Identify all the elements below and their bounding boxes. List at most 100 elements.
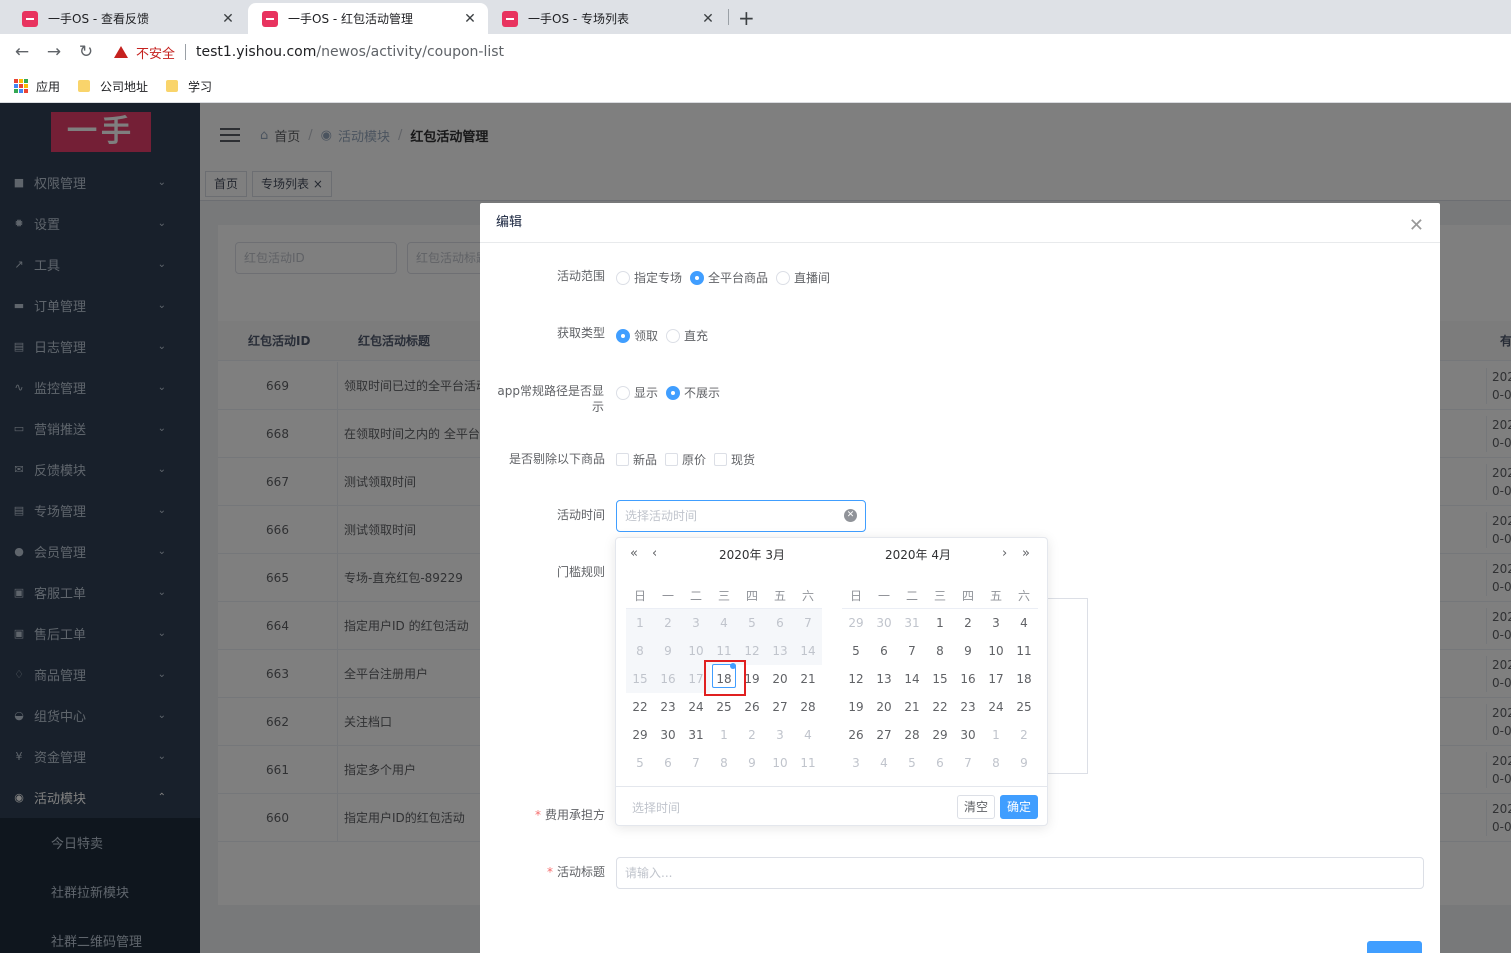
exclude-option-stock[interactable]: 现货 <box>714 451 755 468</box>
calendar-day[interactable]: 31 <box>682 721 710 749</box>
calendar-day[interactable]: 28 <box>794 693 822 721</box>
calendar-day: 6 <box>936 756 944 770</box>
cost-label: * 费用承担方 <box>480 807 605 823</box>
calendar-day[interactable]: 29 <box>626 721 654 749</box>
clear-icon[interactable]: ✕ <box>844 509 857 522</box>
bookmark-label: 公司地址 <box>100 79 149 94</box>
threshold-textarea[interactable] <box>1048 598 1088 774</box>
reload-icon[interactable]: ↻ <box>70 42 102 62</box>
app-option-hide[interactable]: 不展示 <box>666 384 720 401</box>
weekday-label: 日 <box>626 582 654 609</box>
scope-option-special[interactable]: 指定专场 <box>616 269 682 286</box>
next-year-icon[interactable]: » <box>1022 546 1030 561</box>
calendar-day[interactable]: 27 <box>766 693 794 721</box>
left-month-title: 2020年 3月 <box>719 548 785 562</box>
bookmarks-bar: 应用 公司地址 学习 <box>0 70 1511 103</box>
calendar-day[interactable]: 24 <box>682 693 710 721</box>
activity-title-label-text: 活动标题 <box>556 865 605 879</box>
calendar-day[interactable]: 25 <box>710 693 738 721</box>
calendar-day[interactable]: 14 <box>898 665 926 693</box>
confirm-button[interactable]: 确定 <box>1000 795 1039 819</box>
new-tab-icon[interactable]: + <box>738 6 755 30</box>
calendar-day[interactable]: 2 <box>954 609 982 637</box>
prev-year-icon[interactable]: « <box>630 546 638 561</box>
weekday-label: 二 <box>682 582 710 609</box>
bookmark-study[interactable]: 学习 <box>166 78 212 95</box>
calendar-day[interactable]: 20 <box>870 693 898 721</box>
browser-tab-coupon[interactable]: 一手OS - 红包活动管理 ✕ <box>248 3 488 34</box>
calendar-day[interactable]: 26 <box>842 721 870 749</box>
calendar-day[interactable]: 22 <box>626 693 654 721</box>
calendar-day[interactable]: 24 <box>982 693 1010 721</box>
calendar-day[interactable]: 1 <box>926 609 954 637</box>
calendar-day[interactable]: 30 <box>954 721 982 749</box>
close-tab-icon[interactable]: ✕ <box>700 11 716 27</box>
type-option-claim[interactable]: 领取 <box>616 327 658 344</box>
calendar-day[interactable]: 28 <box>898 721 926 749</box>
option-label: 直播间 <box>794 271 831 285</box>
calendar-day[interactable]: 30 <box>654 721 682 749</box>
back-icon[interactable]: ← <box>6 42 38 62</box>
calendar-day[interactable]: 29 <box>926 721 954 749</box>
calendar-day[interactable]: 12 <box>842 665 870 693</box>
scope-option-live[interactable]: 直播间 <box>776 269 830 286</box>
activity-title-input[interactable]: 请输入... <box>616 857 1424 889</box>
weekday-label: 三 <box>926 582 954 609</box>
calendar-day[interactable]: 15 <box>926 665 954 693</box>
security-warning[interactable]: 不安全 <box>114 43 175 62</box>
calendar-day[interactable]: 11 <box>1010 637 1038 665</box>
calendar-day: 1 <box>626 609 654 637</box>
close-tab-icon[interactable]: ✕ <box>220 11 236 27</box>
calendar-day[interactable]: 18 <box>1010 665 1038 693</box>
app-option-show[interactable]: 显示 <box>616 384 658 401</box>
calendar-day: 11 <box>800 756 816 770</box>
close-icon[interactable]: ✕ <box>1409 217 1424 235</box>
calendar-day[interactable]: 3 <box>982 609 1010 637</box>
calendar-day[interactable]: 10 <box>982 637 1010 665</box>
calendar-day[interactable]: 23 <box>654 693 682 721</box>
bookmark-apps[interactable]: 应用 <box>14 78 60 95</box>
url-text[interactable]: test1.yishou.com/newos/activity/coupon-l… <box>196 44 504 60</box>
folder-icon <box>78 80 91 92</box>
scope-option-all[interactable]: 全平台商品 <box>690 269 768 286</box>
calendar-day[interactable]: 20 <box>766 665 794 693</box>
cost-label-text: 费用承担方 <box>544 808 605 822</box>
browser-tab-feedback[interactable]: 一手OS - 查看反馈 ✕ <box>8 3 246 34</box>
browser-tab-special[interactable]: 一手OS - 专场列表 ✕ <box>488 3 726 34</box>
calendar-day[interactable]: 8 <box>926 637 954 665</box>
activity-time-input[interactable]: 选择活动时间 ✕ <box>616 500 866 532</box>
calendar-day[interactable]: 9 <box>954 637 982 665</box>
calendar-day[interactable]: 17 <box>982 665 1010 693</box>
select-time-link[interactable]: 选择时间 <box>632 799 680 816</box>
url-separator <box>185 44 187 60</box>
calendar-day[interactable]: 26 <box>738 693 766 721</box>
forward-icon[interactable]: → <box>38 42 70 62</box>
type-option-direct[interactable]: 直充 <box>666 327 708 344</box>
calendar-day[interactable]: 27 <box>870 721 898 749</box>
calendar-day[interactable]: 23 <box>954 693 982 721</box>
close-tab-icon[interactable]: ✕ <box>462 11 478 27</box>
calendar-day[interactable]: 21 <box>794 665 822 693</box>
calendar-day[interactable]: 5 <box>842 637 870 665</box>
next-month-icon[interactable]: › <box>1002 546 1007 561</box>
weekday-label: 三 <box>710 582 738 609</box>
calendar-day[interactable]: 25 <box>1010 693 1038 721</box>
calendar-day[interactable]: 6 <box>870 637 898 665</box>
calendar-day[interactable]: 7 <box>898 637 926 665</box>
calendar-day[interactable]: 4 <box>1010 609 1038 637</box>
calendar-day[interactable]: 16 <box>954 665 982 693</box>
exclude-label: 是否剔除以下商品 <box>508 452 605 466</box>
calendar-day[interactable]: 19 <box>842 693 870 721</box>
calendar-day[interactable]: 22 <box>926 693 954 721</box>
clear-button[interactable]: 清空 <box>957 795 996 819</box>
radio-checked-icon <box>616 328 630 343</box>
calendar-day[interactable]: 21 <box>898 693 926 721</box>
submit-button[interactable] <box>1367 941 1422 953</box>
prev-month-icon[interactable]: ‹ <box>652 546 657 561</box>
bookmark-company[interactable]: 公司地址 <box>78 78 148 95</box>
calendar-week: 1234567 <box>626 609 822 637</box>
exclude-option-original[interactable]: 原价 <box>665 451 706 468</box>
calendar-day[interactable]: 13 <box>870 665 898 693</box>
exclude-option-new[interactable]: 新品 <box>616 451 657 468</box>
time-label: 活动时间 <box>556 508 605 522</box>
